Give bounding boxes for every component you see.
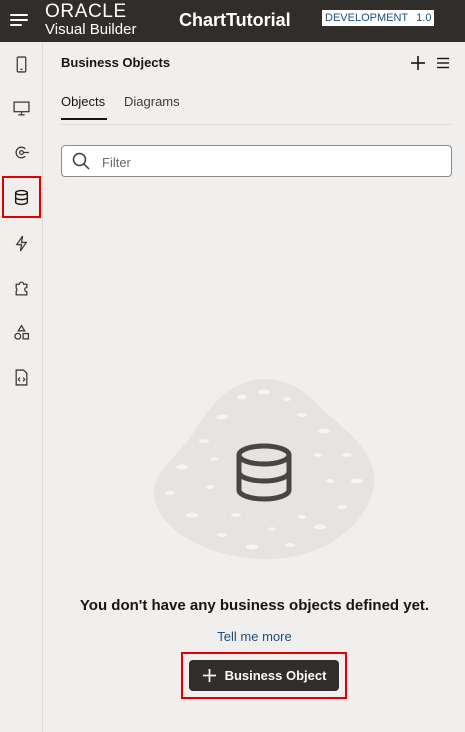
app-title[interactable]: ChartTutorial [179, 10, 291, 31]
brand-company: ORACLE [45, 1, 127, 22]
highlight-outline: Business Object [181, 652, 347, 699]
code-file-icon [15, 368, 28, 386]
panel-tabs: Objects Diagrams [61, 94, 451, 125]
lightning-bolt-icon [15, 235, 28, 251]
filter-field[interactable] [61, 145, 452, 177]
mobile-phone-icon [16, 55, 27, 73]
business-objects-panel: Business Objects Objects Diagrams Filter… [44, 42, 465, 732]
oracle-visual-builder-logo: ORACLE Visual Builder [45, 2, 136, 37]
rail-item-source[interactable] [0, 355, 43, 399]
panel-title: Business Objects [61, 55, 171, 70]
desktop-monitor-icon [13, 100, 30, 116]
add-business-object-button[interactable]: Business Object [189, 660, 339, 691]
puzzle-piece-icon [15, 281, 28, 296]
add-business-object-label: Business Object [224, 668, 327, 683]
rail-item-mobile-apps[interactable] [0, 42, 43, 86]
navigator-rail [0, 42, 43, 732]
environment-label: DEVELOPMENT [325, 12, 409, 24]
tab-diagrams[interactable]: Diagrams [124, 94, 180, 118]
environment-badge[interactable]: DEVELOPMENT 1.0 [322, 10, 435, 26]
hamburger-menu-icon[interactable] [8, 11, 30, 31]
tab-objects[interactable]: Objects [61, 94, 107, 120]
filter-input[interactable] [102, 152, 432, 172]
services-connector-icon [15, 146, 29, 158]
rail-item-business-objects[interactable] [1, 175, 42, 219]
database-icon [14, 189, 29, 205]
tell-me-more-link[interactable]: Tell me more [44, 629, 465, 644]
panel-menu-icon[interactable] [435, 54, 451, 72]
rail-item-services[interactable] [0, 130, 43, 174]
add-plus-icon[interactable] [408, 53, 428, 73]
empty-database-illustration [153, 379, 375, 560]
rail-item-web-apps[interactable] [0, 86, 43, 130]
rail-item-processes[interactable] [0, 221, 43, 265]
plus-icon [202, 668, 216, 683]
rail-item-components[interactable] [0, 266, 43, 310]
version-label: 1.0 [416, 12, 432, 24]
search-icon [72, 152, 90, 170]
rail-item-layouts[interactable] [0, 310, 43, 354]
shapes-icon [14, 323, 30, 340]
empty-state-message: You don't have any business objects defi… [79, 597, 430, 614]
brand-product: Visual Builder [45, 21, 137, 38]
app-header: ORACLE Visual Builder ChartTutorial DEVE… [0, 0, 465, 42]
